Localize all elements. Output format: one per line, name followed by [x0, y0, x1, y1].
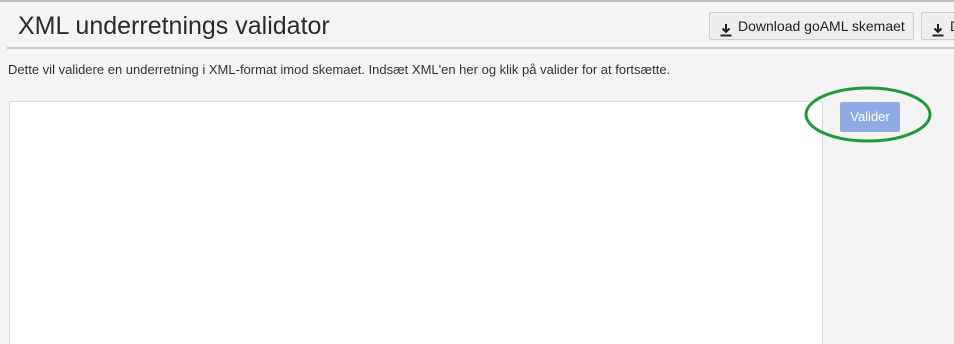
xml-input[interactable] [9, 101, 823, 344]
page: XML underretnings validator Download goA… [0, 0, 954, 344]
download-goaml-schema-button[interactable]: Download goAML skemaet [709, 12, 914, 40]
validate-button[interactable]: Valider [840, 102, 900, 132]
header-divider [7, 47, 954, 49]
download-goaml-schema-label: Download goAML skemaet [738, 18, 905, 34]
download-button-truncated-label: D [950, 13, 954, 39]
instructions-text: Dette vil validere en underretning i XML… [8, 62, 671, 77]
page-header: XML underretnings validator Download goA… [0, 2, 954, 48]
download-icon [931, 19, 945, 37]
download-button-truncated[interactable]: D [921, 12, 954, 40]
page-title: XML underretnings validator [18, 12, 330, 40]
download-icon [719, 19, 733, 37]
